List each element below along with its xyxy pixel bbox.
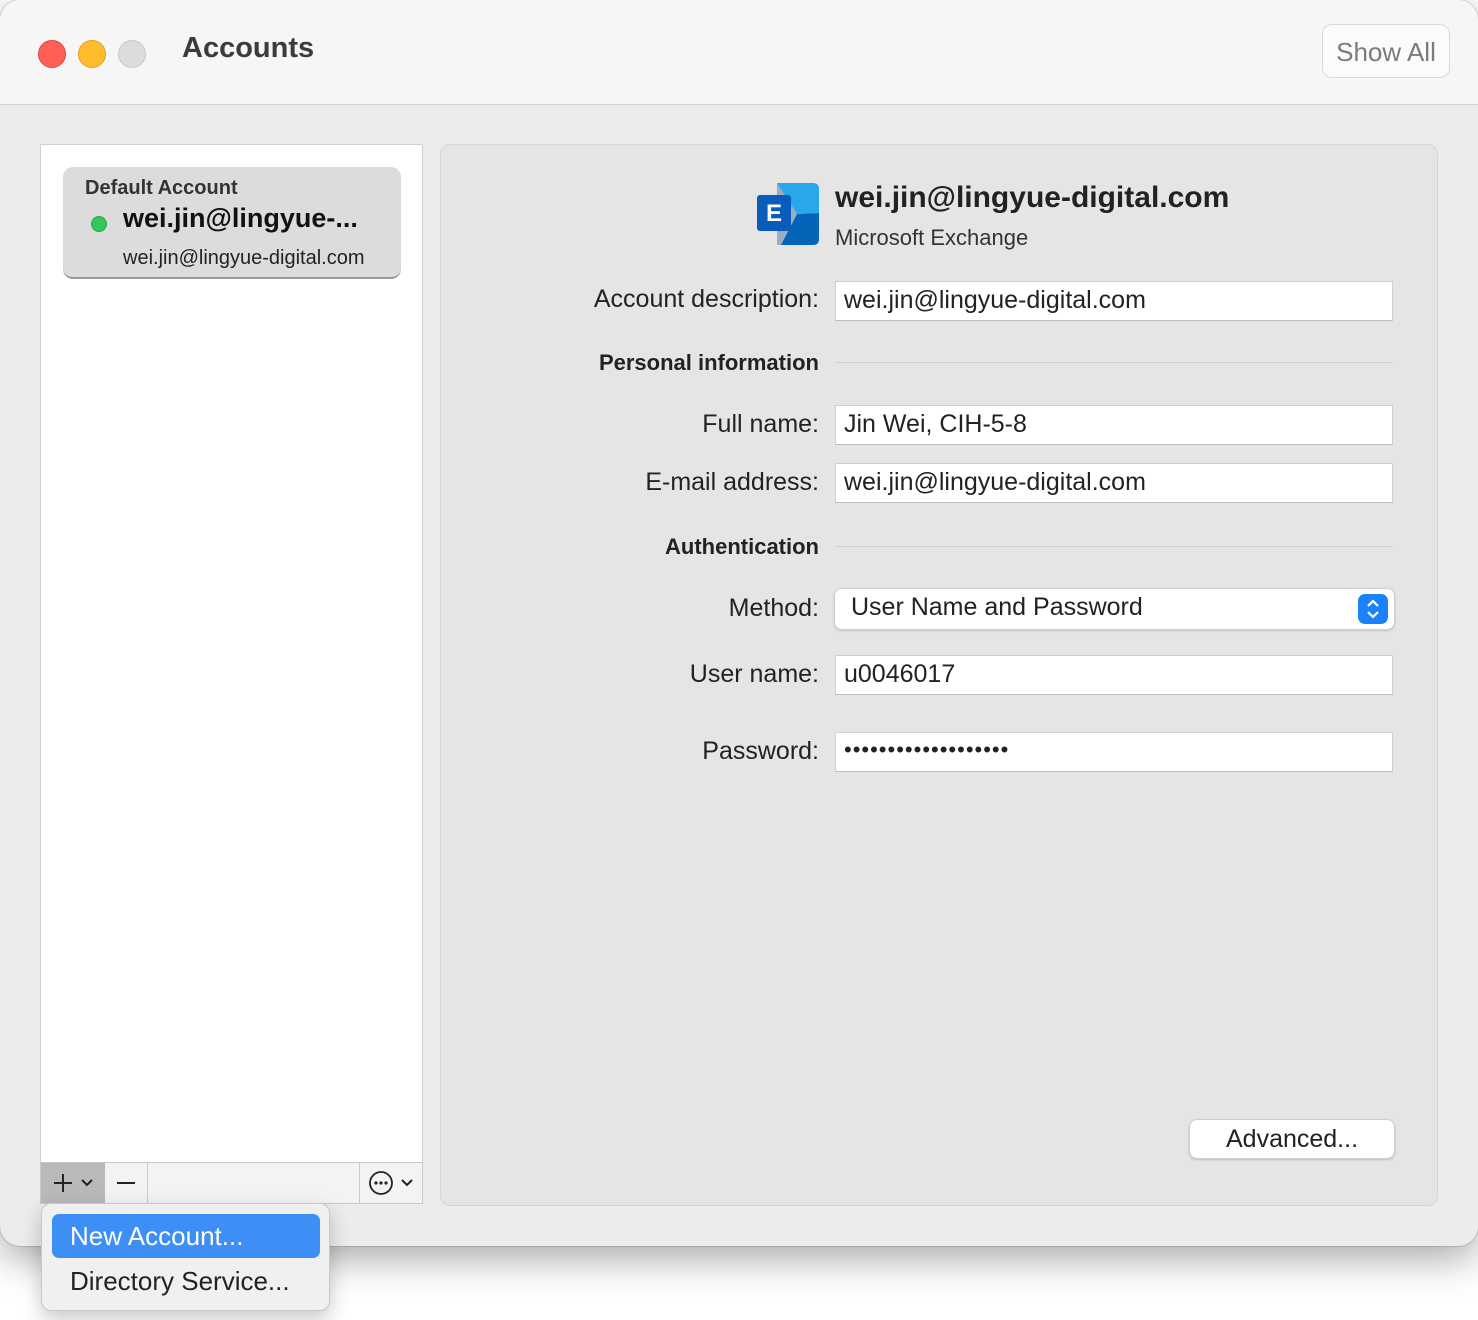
account-email: wei.jin@lingyue-digital.com bbox=[123, 247, 365, 269]
title-bar: Accounts Show All bbox=[0, 0, 1478, 105]
window-title: Accounts bbox=[182, 32, 315, 64]
menu-item-directory-service[interactable]: Directory Service... bbox=[52, 1259, 320, 1303]
section-divider bbox=[835, 362, 1393, 363]
section-divider bbox=[835, 546, 1393, 547]
account-description-label: Account description: bbox=[593, 285, 819, 313]
svg-text:E: E bbox=[766, 200, 782, 227]
account-header-email: wei.jin@lingyue-digital.com bbox=[835, 181, 1230, 214]
remove-account-button[interactable] bbox=[105, 1163, 148, 1203]
user-name-field[interactable]: u0046017 bbox=[835, 655, 1393, 695]
account-description-field[interactable]: wei.jin@lingyue-digital.com bbox=[835, 281, 1393, 321]
account-type: Microsoft Exchange bbox=[835, 225, 1029, 250]
authentication-heading: Authentication bbox=[665, 534, 819, 559]
user-name-label: User name: bbox=[689, 660, 819, 688]
personal-information-heading: Personal information bbox=[598, 350, 819, 375]
chevron-down-icon bbox=[81, 1179, 93, 1187]
account-list-item[interactable]: Default Account wei.jin@lingyue-... wei.… bbox=[63, 167, 401, 279]
method-label: Method: bbox=[728, 594, 819, 622]
account-detail-panel: E wei.jin@lingyue-digital.com Microsoft … bbox=[440, 144, 1438, 1206]
accounts-list: Default Account wei.jin@lingyue-... wei.… bbox=[40, 144, 423, 1204]
minus-icon bbox=[117, 1182, 135, 1184]
chevron-down-icon bbox=[401, 1179, 413, 1187]
password-label: Password: bbox=[702, 737, 819, 765]
password-field[interactable]: ••••••••••••••••••• bbox=[835, 732, 1393, 772]
full-name-field[interactable]: Jin Wei, CIH-5-8 bbox=[835, 405, 1393, 445]
show-all-button[interactable]: Show All bbox=[1322, 24, 1450, 78]
zoom-window-button[interactable] bbox=[118, 40, 146, 68]
email-address-field[interactable]: wei.jin@lingyue-digital.com bbox=[835, 463, 1393, 503]
accounts-window: Accounts Show All Default Account wei.ji… bbox=[0, 0, 1478, 1246]
exchange-logo-icon: E bbox=[757, 183, 819, 245]
more-actions-button[interactable] bbox=[359, 1163, 422, 1203]
accounts-list-toolbar bbox=[40, 1162, 423, 1204]
minimize-window-button[interactable] bbox=[78, 40, 106, 68]
plus-icon bbox=[54, 1174, 72, 1192]
close-window-button[interactable] bbox=[38, 40, 66, 68]
method-select[interactable]: User Name and Password bbox=[834, 588, 1395, 630]
account-name: wei.jin@lingyue-... bbox=[123, 203, 358, 233]
email-address-label: E-mail address: bbox=[645, 468, 819, 496]
menu-item-new-account[interactable]: New Account... bbox=[52, 1214, 320, 1258]
ellipsis-circle-icon bbox=[369, 1171, 393, 1195]
method-select-value: User Name and Password bbox=[851, 593, 1143, 621]
online-status-icon bbox=[91, 216, 107, 232]
add-account-menu: New Account... Directory Service... bbox=[41, 1203, 330, 1311]
advanced-button[interactable]: Advanced... bbox=[1189, 1119, 1395, 1159]
full-name-label: Full name: bbox=[702, 410, 819, 438]
up-down-chevron-icon bbox=[1358, 594, 1388, 624]
add-account-button[interactable] bbox=[41, 1163, 105, 1203]
default-account-label: Default Account bbox=[85, 177, 238, 199]
